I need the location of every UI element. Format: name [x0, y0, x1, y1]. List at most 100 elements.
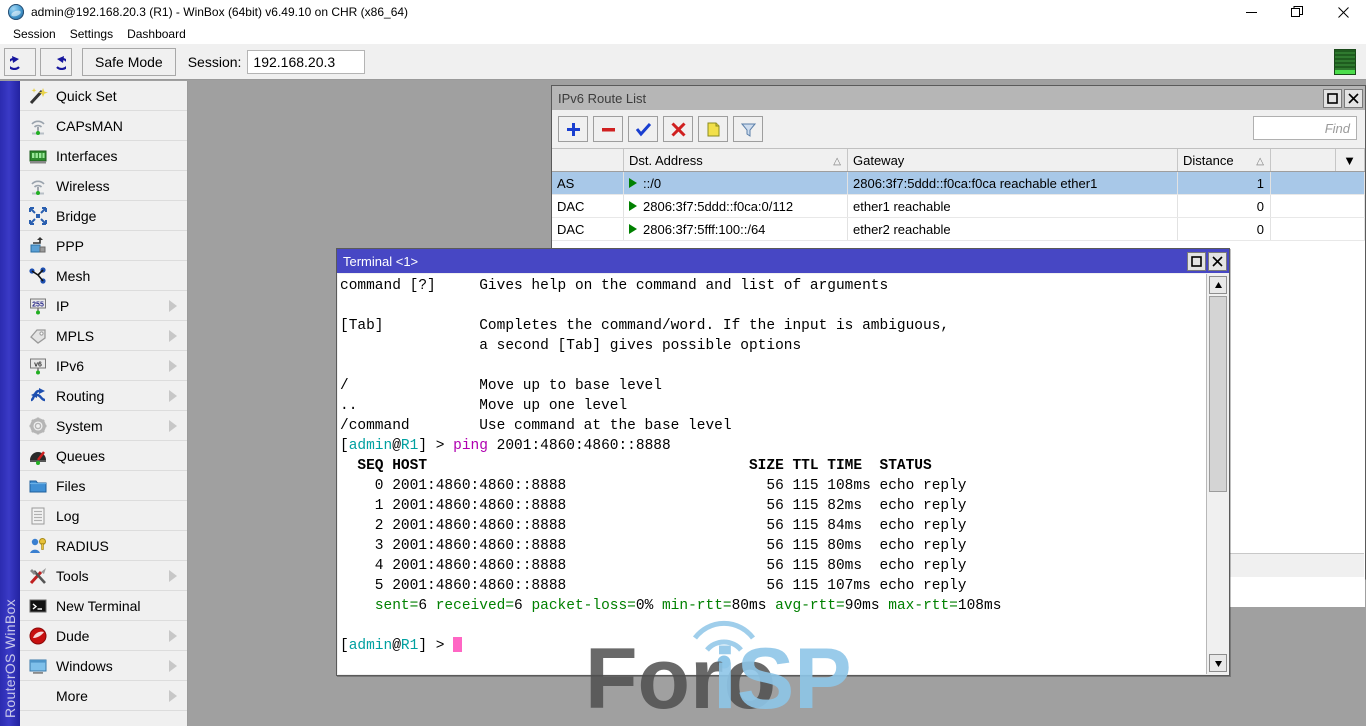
- enable-button[interactable]: [628, 116, 658, 142]
- column-header-distance[interactable]: Distance △: [1178, 149, 1271, 171]
- sidebar-item-routing[interactable]: Routing: [20, 381, 187, 411]
- scroll-down-button[interactable]: [1209, 654, 1227, 672]
- terminal-segment: / Move up to base level: [340, 378, 662, 394]
- terminal-segment: a second [Tab] gives possible options: [340, 338, 801, 354]
- terminal-line: 1 2001:4860:4860::8888 56 115 82ms echo …: [340, 496, 1206, 516]
- table-row[interactable]: DAC2806:3f7:5ddd::f0ca:0/112ether1 reach…: [552, 195, 1365, 218]
- cell-gateway: ether1 reachable: [848, 195, 1178, 217]
- column-header-flags[interactable]: [552, 149, 624, 171]
- terminal-line: [admin@R1] > ping 2001:4860:4860::8888: [340, 436, 1206, 456]
- terminal-segment: avg-rtt=: [766, 598, 844, 614]
- cell-spare: [1271, 218, 1365, 240]
- sidebar-item-radius[interactable]: RADIUS: [20, 531, 187, 561]
- terminal-segment: ] >: [418, 438, 453, 454]
- terminal-segment: packet-loss=: [523, 598, 636, 614]
- redo-button[interactable]: [40, 48, 72, 76]
- terminal-output[interactable]: command [?] Gives help on the command an…: [338, 274, 1206, 674]
- find-input[interactable]: Find: [1253, 116, 1357, 140]
- sidebar-item-system[interactable]: System: [20, 411, 187, 441]
- terminal-scrollbar[interactable]: [1206, 274, 1228, 674]
- route-list-titlebar[interactable]: IPv6 Route List: [552, 86, 1365, 110]
- sidebar-item-mesh[interactable]: Mesh: [20, 261, 187, 291]
- sidebar-item-log[interactable]: Log: [20, 501, 187, 531]
- cell-dst-address-text: ::/0: [643, 176, 661, 191]
- column-header-dst-label: Dst. Address: [629, 153, 703, 168]
- close-button[interactable]: [1320, 0, 1366, 24]
- windows-screen-icon: [28, 656, 48, 676]
- sidebar-item-dude[interactable]: Dude: [20, 621, 187, 651]
- sidebar-item-new-terminal[interactable]: New Terminal: [20, 591, 187, 621]
- sidebar-item-mpls[interactable]: MPLS: [20, 321, 187, 351]
- cell-gateway: 2806:3f7:5ddd::f0ca:f0ca reachable ether…: [848, 172, 1178, 194]
- sidebar-item-quick-set[interactable]: Quick Set: [20, 81, 187, 111]
- sidebar-item-capsman[interactable]: CAPsMAN: [20, 111, 187, 141]
- undo-button[interactable]: [4, 48, 36, 76]
- session-value-field[interactable]: 192.168.20.3: [247, 50, 365, 74]
- sidebar-item-windows[interactable]: Windows: [20, 651, 187, 681]
- terminal-segment: 3 2001:4860:4860::8888 56 115 80ms echo …: [340, 538, 967, 554]
- terminal-segment: 80ms: [732, 598, 767, 614]
- terminal-titlebar[interactable]: Terminal <1>: [337, 249, 1229, 273]
- sidebar-item-label: RADIUS: [56, 538, 109, 554]
- terminal-close-button[interactable]: [1208, 252, 1227, 271]
- sidebar-item-label: Routing: [56, 388, 104, 404]
- filter-button[interactable]: [733, 116, 763, 142]
- route-list-close-button[interactable]: [1344, 89, 1363, 108]
- sidebar-item-ppp[interactable]: PPP: [20, 231, 187, 261]
- route-list-restore-button[interactable]: [1323, 89, 1342, 108]
- resource-gauge-icon: [1334, 49, 1356, 75]
- safe-mode-button[interactable]: Safe Mode: [82, 48, 176, 76]
- route-active-triangle-icon: [629, 224, 637, 234]
- winbox-globe-icon: [8, 4, 24, 20]
- sidebar-item-bridge[interactable]: Bridge: [20, 201, 187, 231]
- sidebar-item-tools[interactable]: Tools: [20, 561, 187, 591]
- disable-button[interactable]: [663, 116, 693, 142]
- session-label: Session:: [188, 54, 242, 70]
- terminal-restore-button[interactable]: [1187, 252, 1206, 271]
- sidebar-item-wireless[interactable]: Wireless: [20, 171, 187, 201]
- terminal-segment: ] >: [418, 638, 453, 654]
- column-header-gateway[interactable]: Gateway: [848, 149, 1178, 171]
- terminal-segment: .. Move up one level: [340, 398, 627, 414]
- add-button[interactable]: [558, 116, 588, 142]
- sidebar-item-ipv6[interactable]: v6IPv6: [20, 351, 187, 381]
- menu-dashboard[interactable]: Dashboard: [120, 25, 193, 43]
- terminal-segment: [340, 598, 375, 614]
- column-header-dst-address[interactable]: Dst. Address △: [624, 149, 848, 171]
- comment-button[interactable]: [698, 116, 728, 142]
- column-chooser-dropdown-icon[interactable]: ▼: [1335, 149, 1363, 171]
- terminal-segment: 90ms: [845, 598, 880, 614]
- terminal-segment: 6: [418, 598, 427, 614]
- terminal-line: 5 2001:4860:4860::8888 56 115 107ms echo…: [340, 576, 1206, 596]
- terminal-line: [340, 356, 1206, 376]
- menu-session[interactable]: Session: [6, 25, 63, 43]
- ipv6-icon: v6: [26, 355, 50, 377]
- table-row[interactable]: AS::/02806:3f7:5ddd::f0ca:f0ca reachable…: [552, 172, 1365, 195]
- scrollbar-thumb[interactable]: [1209, 296, 1227, 492]
- chevron-right-icon: [169, 330, 177, 342]
- table-row[interactable]: DAC2806:3f7:5fff:100::/64ether2 reachabl…: [552, 218, 1365, 241]
- remove-button[interactable]: [593, 116, 623, 142]
- minimize-button[interactable]: [1228, 0, 1274, 24]
- redo-icon: [46, 54, 66, 70]
- routing-arrows-icon: [26, 385, 50, 407]
- terminal-segment: 6: [514, 598, 523, 614]
- ppp-icon: [26, 235, 50, 257]
- route-list-window-controls: [1321, 86, 1365, 110]
- sidebar-item-interfaces[interactable]: Interfaces: [20, 141, 187, 171]
- terminal-window[interactable]: Terminal <1> command [?] Gives help on t…: [336, 248, 1230, 676]
- terminal-segment: /command Use command at the base level: [340, 418, 732, 434]
- scroll-up-button[interactable]: [1209, 276, 1227, 294]
- dude-icon: [28, 626, 48, 646]
- menu-settings[interactable]: Settings: [63, 25, 120, 43]
- sidebar-item-files[interactable]: Files: [20, 471, 187, 501]
- sidebar-item-more[interactable]: More: [20, 681, 187, 711]
- column-header-spare[interactable]: ▼: [1271, 149, 1365, 171]
- terminal-body: command [?] Gives help on the command an…: [338, 274, 1228, 674]
- magic-wand-icon: [28, 86, 48, 106]
- sidebar-item-queues[interactable]: Queues: [20, 441, 187, 471]
- sidebar-item-ip[interactable]: 255IP: [20, 291, 187, 321]
- mesh-nodes-icon: [28, 266, 48, 286]
- restore-button[interactable]: [1274, 0, 1320, 24]
- terminal-segment: 0%: [636, 598, 653, 614]
